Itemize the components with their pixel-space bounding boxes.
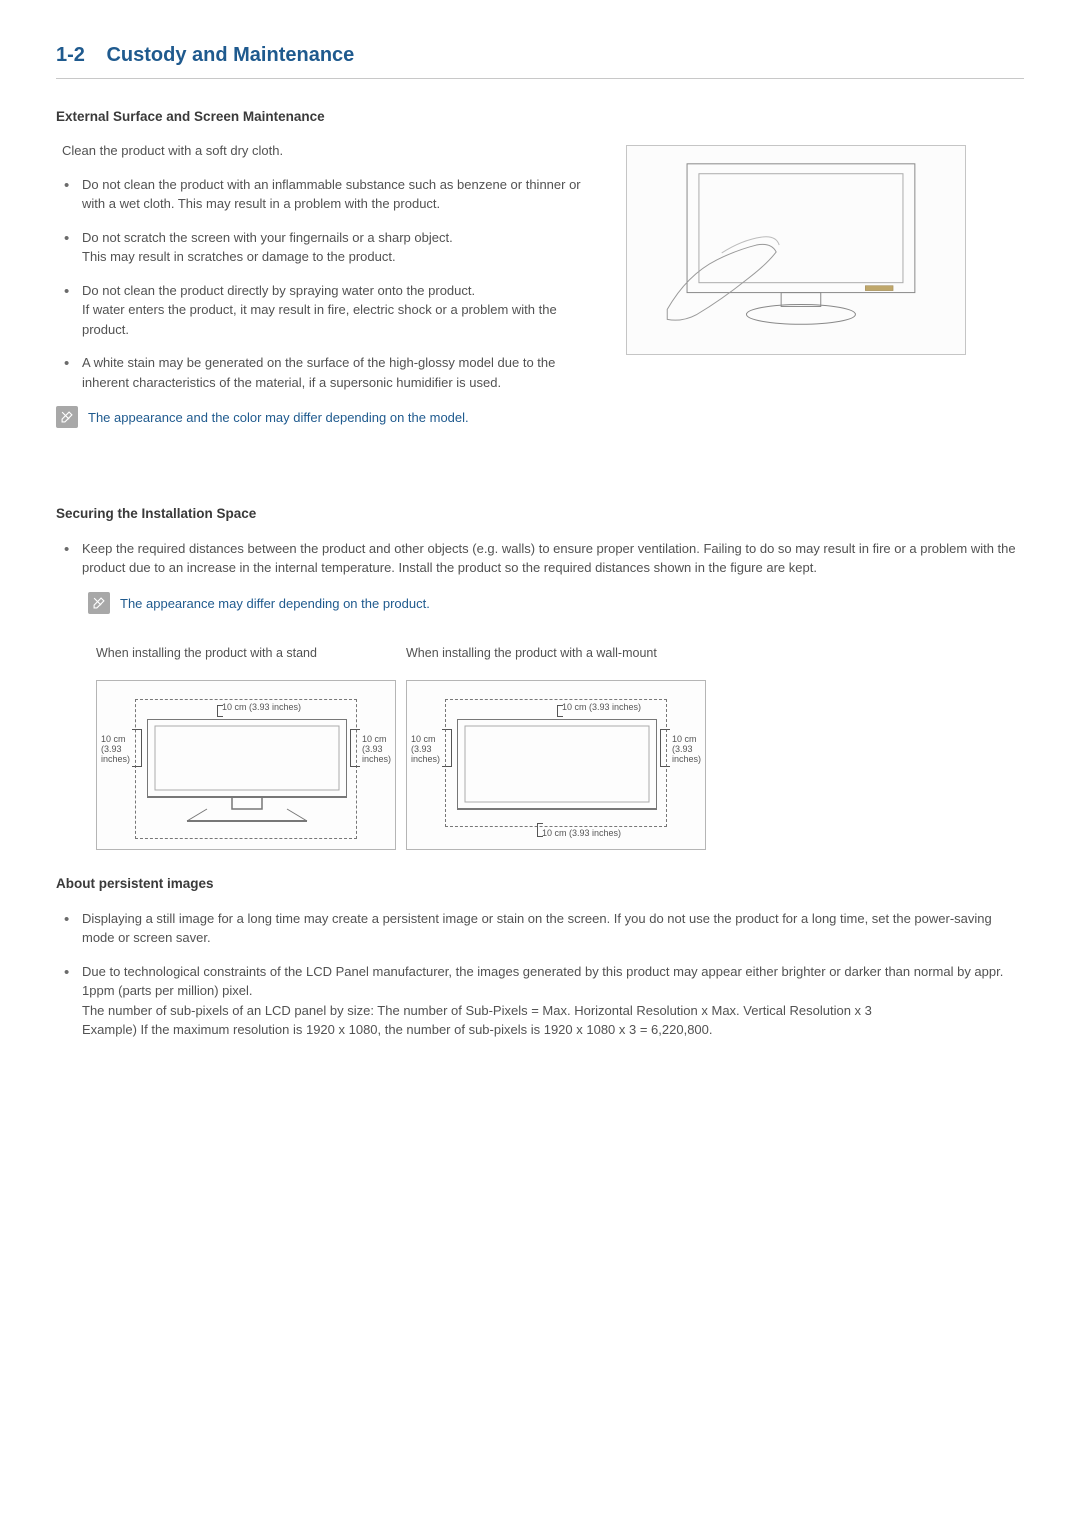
section-title-text: Custody and Maintenance bbox=[106, 44, 354, 66]
list-item: Do not clean the product directly by spr… bbox=[82, 281, 596, 340]
list-item: Do not clean the product with an inflamm… bbox=[82, 175, 596, 214]
figure-stand-diagram: 10 cm (3.93 inches) 10 cm (3.93 inches) … bbox=[96, 680, 396, 850]
distance-top-label: 10 cm (3.93 inches) bbox=[222, 703, 301, 713]
installation-bullet-list: Keep the required distances between the … bbox=[56, 539, 1024, 578]
figure-wallmount: When installing the product with a wall-… bbox=[406, 644, 706, 851]
section-title: 1-2 Custody and Maintenance bbox=[56, 40, 1024, 79]
note-icon bbox=[56, 406, 78, 428]
section-number: 1-2 bbox=[56, 44, 85, 66]
list-item: Keep the required distances between the … bbox=[82, 539, 1024, 578]
note-text: The appearance may differ depending on t… bbox=[120, 592, 1024, 614]
distance-right-label: 10 cm (3.93 inches) bbox=[672, 735, 701, 765]
distance-right-label: 10 cm (3.93 inches) bbox=[362, 735, 391, 765]
distance-top-label: 10 cm (3.93 inches) bbox=[562, 703, 641, 713]
maintenance-note: The appearance and the color may differ … bbox=[56, 406, 596, 428]
figure-wallmount-diagram: 10 cm (3.93 inches) 10 cm (3.93 inches) … bbox=[406, 680, 706, 850]
figure-stand-caption: When installing the product with a stand bbox=[96, 644, 396, 663]
list-item: Due to technological constraints of the … bbox=[82, 962, 1024, 1040]
installation-note: The appearance may differ depending on t… bbox=[88, 592, 1024, 614]
persistent-heading: About persistent images bbox=[56, 874, 1024, 894]
installation-heading: Securing the Installation Space bbox=[56, 504, 1024, 524]
maintenance-intro: Clean the product with a soft dry cloth. bbox=[56, 141, 596, 161]
maintenance-text-column: Clean the product with a soft dry cloth.… bbox=[56, 141, 596, 458]
persistent-bullet-list: Displaying a still image for a long time… bbox=[56, 909, 1024, 1040]
distance-left-label: 10 cm (3.93 inches) bbox=[411, 735, 440, 765]
maintenance-heading: External Surface and Screen Maintenance bbox=[56, 107, 1024, 127]
distance-bottom-label: 10 cm (3.93 inches) bbox=[542, 829, 621, 839]
maintenance-bullet-list: Do not clean the product with an inflamm… bbox=[56, 175, 596, 393]
note-icon bbox=[88, 592, 110, 614]
distance-left-label: 10 cm (3.93 inches) bbox=[101, 735, 130, 765]
maintenance-illustration-column bbox=[626, 141, 966, 458]
figure-wallmount-caption: When installing the product with a wall-… bbox=[406, 644, 706, 663]
monitor-cleaning-illustration bbox=[626, 145, 966, 355]
list-item: Displaying a still image for a long time… bbox=[82, 909, 1024, 948]
note-text: The appearance and the color may differ … bbox=[88, 406, 469, 428]
figure-stand: When installing the product with a stand… bbox=[96, 644, 396, 851]
list-item: Do not scratch the screen with your fing… bbox=[82, 228, 596, 267]
list-item: A white stain may be generated on the su… bbox=[82, 353, 596, 392]
